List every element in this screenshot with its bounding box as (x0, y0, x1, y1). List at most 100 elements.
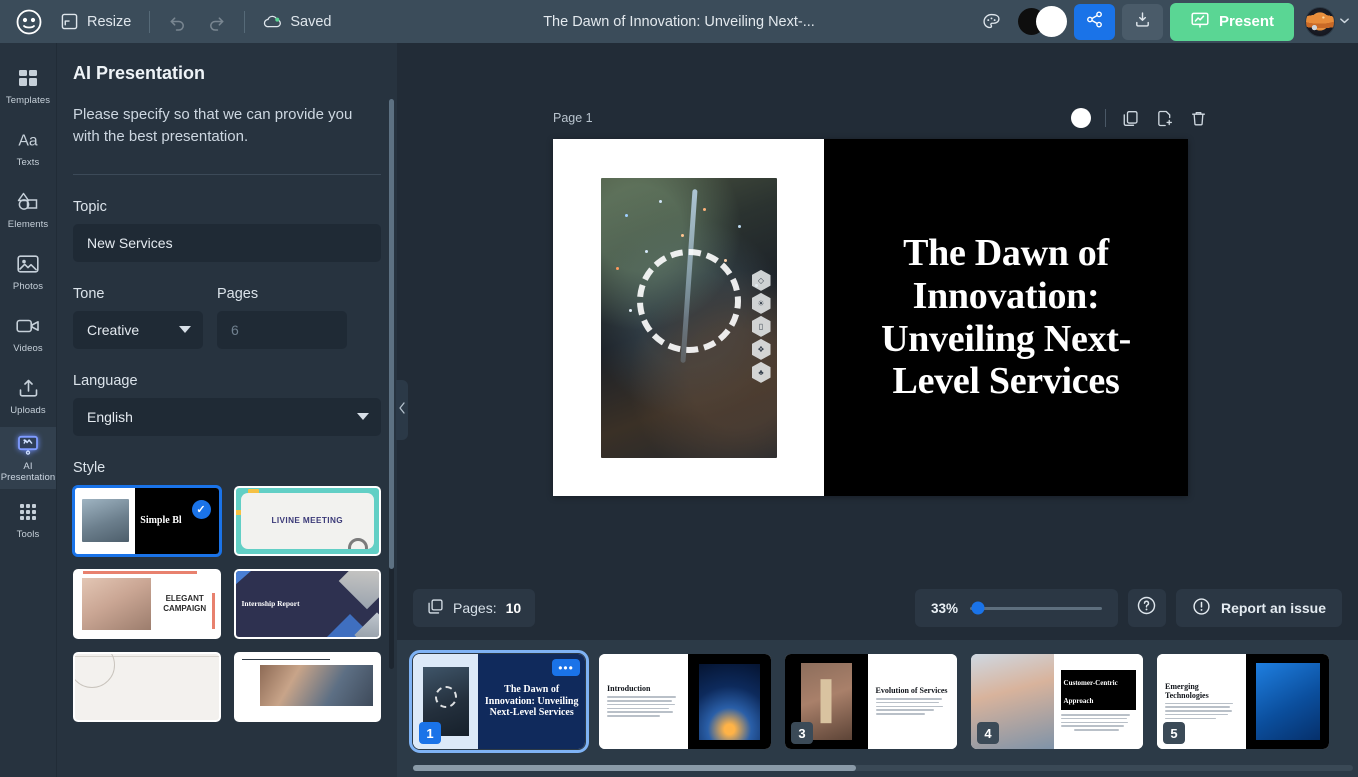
thumbnail-number: 1 (419, 722, 441, 744)
resize-icon (60, 12, 79, 31)
sidebar-item-label: Elements (7, 218, 49, 230)
style-card-label: Simple Bl (140, 515, 182, 526)
chevron-left-icon (398, 401, 406, 419)
hex-leaf-icon: ❖ (751, 338, 771, 360)
elements-shapes-icon (16, 190, 40, 215)
language-label: Language (73, 372, 138, 389)
undo-arrow-icon (168, 12, 187, 31)
sidebar-item-ai-presentation[interactable]: AI Presentation (0, 427, 56, 489)
thumbnail-title: Customer-Centric Approach (1063, 679, 1118, 706)
page-tools (1071, 108, 1208, 128)
palette-button[interactable] (972, 7, 1011, 37)
toolbar-divider (149, 10, 151, 33)
pages-stack-icon (427, 598, 444, 618)
hex-drop-icon: ◇ (751, 269, 771, 291)
app-logo-icon[interactable] (8, 0, 50, 43)
panel-divider (73, 173, 381, 175)
zoom-control: 33% (914, 589, 1118, 627)
filmstrip-scrollbar-thumb[interactable] (413, 765, 856, 771)
app-body: Templates Aa Texts Elements Photos Video… (0, 43, 1358, 777)
sidebar-item-texts[interactable]: Aa Texts (0, 117, 56, 179)
photos-image-icon (16, 252, 40, 277)
cloud-check-icon (263, 12, 282, 31)
duplicate-page-icon[interactable] (1120, 108, 1140, 128)
theme-color-toggle[interactable] (1017, 6, 1067, 37)
hex-plant-icon: ♣ (751, 361, 771, 383)
language-value: English (87, 408, 133, 425)
thumbnail-title: Introduction (607, 684, 651, 694)
resize-button[interactable]: Resize (50, 7, 141, 37)
language-select[interactable]: English (73, 397, 381, 436)
zoom-slider[interactable] (969, 601, 1102, 615)
style-card-livine-meeting[interactable]: LIVINE MEETING (233, 485, 381, 556)
sidebar-item-label: Videos (13, 342, 43, 354)
collapse-panel-button[interactable] (396, 380, 408, 440)
zoom-value: 33% (930, 600, 958, 616)
pages-count-button[interactable]: Pages: 10 (413, 589, 536, 627)
topic-label: Topic (73, 198, 107, 215)
present-label: Present (1218, 13, 1274, 30)
present-button[interactable]: Present (1169, 2, 1294, 41)
user-avatar (1305, 6, 1335, 37)
slide-canvas[interactable]: ◇ ☀ ▯ ❖ ♣ The Dawn of Innovation: Unveil… (553, 139, 1188, 496)
templates-grid-icon (17, 66, 39, 91)
svg-text:Aa: Aa (18, 133, 38, 150)
undo-button[interactable] (158, 7, 197, 37)
zoom-slider-knob[interactable] (971, 601, 985, 615)
thumbnail-slide-3[interactable]: Evolution of Services 3 (785, 654, 957, 749)
sidebar-item-uploads[interactable]: Uploads (0, 365, 56, 427)
thumbnail-body-lines (875, 698, 949, 717)
help-button[interactable] (1127, 589, 1166, 627)
pages-input[interactable]: 6 (217, 310, 347, 349)
document-title[interactable]: The Dawn of Innovation: Unveiling Next-.… (543, 14, 815, 30)
resize-label: Resize (87, 13, 132, 30)
sidebar-item-elements[interactable]: Elements (0, 179, 56, 241)
sidebar-item-label: Photos (12, 280, 44, 292)
tone-select[interactable]: Creative (73, 310, 203, 349)
style-card-6[interactable] (233, 651, 381, 722)
sidebar-item-label: Templates (5, 94, 51, 106)
slide-photo: ◇ ☀ ▯ ❖ ♣ (600, 177, 777, 458)
sidebar-item-videos[interactable]: Videos (0, 303, 56, 365)
sidebar-item-photos[interactable]: Photos (0, 241, 56, 303)
thumbnail-slide-1[interactable]: The Dawn of Innovation: Unveiling Next-L… (409, 650, 589, 753)
download-button[interactable] (1121, 3, 1163, 40)
redo-button[interactable] (197, 7, 236, 37)
share-button[interactable] (1073, 3, 1115, 40)
ai-presentation-icon (16, 432, 40, 457)
tone-group: Tone Creative (73, 262, 203, 349)
topic-input[interactable]: New Services (73, 223, 381, 262)
top-toolbar-right: Present (972, 2, 1350, 41)
thumbnail-number: 4 (977, 722, 999, 744)
panel-scrollbar[interactable] (389, 99, 394, 669)
style-card-simple-black[interactable]: Simple Bl ✓ (73, 485, 221, 556)
add-page-icon[interactable] (1154, 108, 1174, 128)
slide-image-half: ◇ ☀ ▯ ❖ ♣ (553, 139, 824, 496)
panel-scrollbar-thumb[interactable] (389, 99, 394, 569)
report-issue-button[interactable]: Report an issue (1175, 589, 1342, 627)
thumbnail-slide-4[interactable]: Customer-Centric Approach 4 (971, 654, 1143, 749)
thumbnail-slide-2[interactable]: Introduction (599, 654, 771, 749)
tone-pages-row: Tone Creative Pages 6 (73, 262, 381, 349)
filmstrip-scrollbar[interactable] (413, 765, 1353, 771)
panel-description: Please specify so that we can provide yo… (73, 106, 353, 145)
page-color-circle[interactable] (1071, 108, 1091, 128)
account-menu[interactable] (1305, 6, 1350, 37)
style-label: Style (73, 459, 106, 476)
style-card-internship-report[interactable]: Internship Report (233, 568, 381, 639)
main-area: Page 1 ◇ ☀ ▯ ❖ ♣ The Dawn of Innovation:… (397, 43, 1358, 777)
sidebar-item-tools[interactable]: Tools (0, 489, 56, 551)
thumbnail-menu-button[interactable]: ••• (552, 659, 580, 676)
sidebar-item-templates[interactable]: Templates (0, 55, 56, 117)
style-card-elegant-campaign[interactable]: ELEGANT CAMPAIGN (73, 568, 221, 639)
saved-status[interactable]: Saved (253, 7, 341, 37)
bottom-toolbar: Pages: 10 33% Report an issue (397, 576, 1358, 640)
style-grid: Simple Bl ✓ LIVINE MEETING ELEGANT CAMPA… (73, 485, 381, 732)
style-card-5[interactable] (73, 651, 221, 722)
app-root: Resize Saved The Dawn of Innovation: Unv… (0, 0, 1358, 777)
slide-title[interactable]: The Dawn of Innovation: Unveiling Next-L… (846, 232, 1166, 402)
thumbnail-slide-5[interactable]: Emerging Technologies 5 (1157, 654, 1329, 749)
panel-title: AI Presentation (73, 63, 206, 83)
trash-delete-icon[interactable] (1188, 108, 1208, 128)
texts-aa-icon: Aa (15, 128, 41, 153)
